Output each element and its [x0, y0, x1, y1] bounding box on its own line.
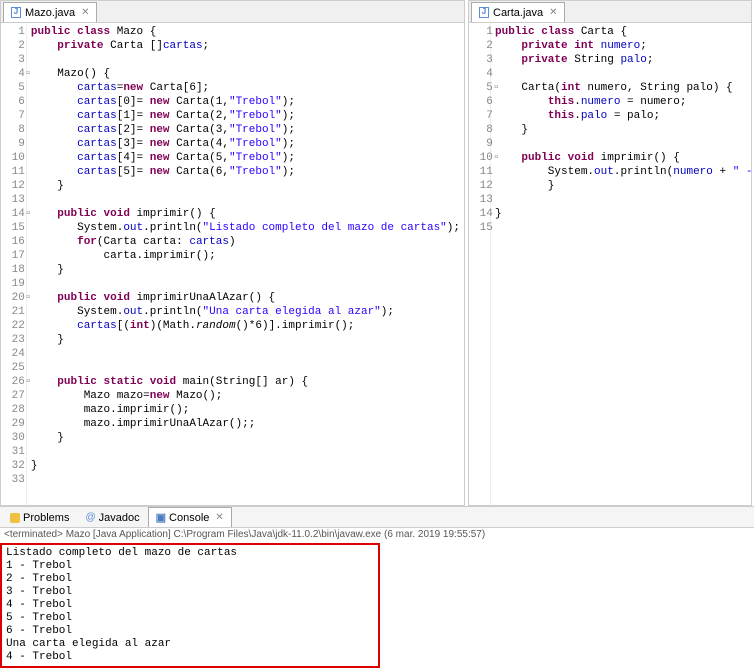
editor-body-carta[interactable]: 1 2 3 4 5▫ 6 7 8 9 10▫ 11 12 13 14 15 pu… [469, 23, 751, 505]
code-carta[interactable]: public class Carta { private int numero;… [491, 23, 751, 505]
close-icon[interactable]: ✕ [215, 512, 223, 523]
tab-bar-left: J Mazo.java ✕ [1, 1, 464, 23]
editor-area: J Mazo.java ✕ 1 2 3 4▫ 5 6 7 8 9 10 11 1… [0, 0, 754, 506]
console-status: <terminated> Mazo [Java Application] C:\… [0, 528, 754, 541]
java-file-icon: J [10, 7, 22, 19]
editor-body-mazo[interactable]: 1 2 3 4▫ 5 6 7 8 9 10 11 12 13 14▫ 15 16… [1, 23, 464, 505]
tab-console[interactable]: ▣ Console ✕ [148, 507, 232, 527]
tab-label: Mazo.java [25, 7, 75, 19]
line-gutter: 1 2 3 4 5▫ 6 7 8 9 10▫ 11 12 13 14 15 [469, 23, 491, 505]
tab-label: Carta.java [493, 7, 543, 19]
editor-pane-mazo: J Mazo.java ✕ 1 2 3 4▫ 5 6 7 8 9 10 11 1… [0, 0, 465, 506]
tab-carta[interactable]: J Carta.java ✕ [471, 2, 565, 22]
bottom-panel: Problems @ Javadoc ▣ Console ✕ <terminat… [0, 506, 754, 612]
tab-bar-right: J Carta.java ✕ [469, 1, 751, 23]
close-icon[interactable]: ✕ [81, 7, 89, 18]
tab-problems[interactable]: Problems [2, 507, 77, 527]
close-icon[interactable]: ✕ [549, 7, 557, 18]
tab-label: Problems [23, 512, 69, 524]
line-gutter: 1 2 3 4▫ 5 6 7 8 9 10 11 12 13 14▫ 15 16… [1, 23, 27, 505]
tab-label: Console [169, 512, 209, 524]
console-icon: ▣ [156, 511, 166, 524]
console-output[interactable]: Listado completo del mazo de cartas 1 - … [0, 543, 380, 668]
tab-label: Javadoc [99, 512, 140, 524]
bottom-tab-bar: Problems @ Javadoc ▣ Console ✕ [0, 507, 754, 528]
tab-mazo[interactable]: J Mazo.java ✕ [3, 2, 97, 22]
problems-icon [10, 513, 20, 523]
java-file-icon: J [478, 7, 490, 19]
javadoc-icon: @ [85, 512, 95, 523]
code-mazo[interactable]: public class Mazo { private Carta []cart… [27, 23, 464, 505]
editor-pane-carta: J Carta.java ✕ 1 2 3 4 5▫ 6 7 8 9 10▫ 11… [468, 0, 752, 506]
tab-javadoc[interactable]: @ Javadoc [77, 507, 147, 527]
